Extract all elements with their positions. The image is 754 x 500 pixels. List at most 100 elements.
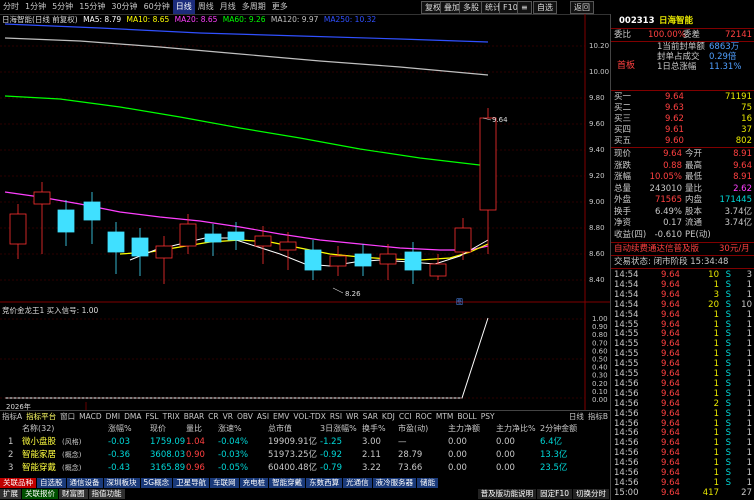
col-header[interactable]: 量比 — [186, 423, 202, 435]
bid-row[interactable]: 买三 9.62 16 — [611, 114, 754, 124]
candle-body[interactable] — [83, 201, 101, 221]
candle-body[interactable] — [429, 263, 447, 277]
indicator-tab[interactable]: EMV — [271, 411, 291, 423]
bottom-tab2[interactable]: 指值功能 — [88, 489, 125, 499]
indicator-tab[interactable]: 指标A — [0, 411, 24, 423]
indicator-tab[interactable]: CR — [206, 411, 220, 423]
bottom-tab2[interactable]: 财富圈 — [59, 489, 88, 499]
period-tab[interactable]: 分时 — [0, 0, 22, 14]
table-row[interactable]: 1 微小盘股 (风格) -0.03 1759.09 1.04 -0.04% 19909.91亿… — [0, 436, 610, 449]
indicator-tab[interactable]: WR — [344, 411, 361, 423]
bottom-tab[interactable]: 光通信 — [343, 478, 372, 488]
period-tab[interactable]: 月线 — [217, 0, 239, 14]
indicator-tab[interactable]: KDJ — [380, 411, 397, 423]
candle-body[interactable] — [254, 235, 272, 247]
candle-body[interactable] — [204, 233, 222, 243]
bid-row[interactable]: 买二 9.63 75 — [611, 103, 754, 113]
col-header[interactable]: 市盈(动) — [398, 423, 428, 435]
bottom-tab2[interactable]: 扩展 — [0, 489, 21, 499]
table-row[interactable]: 3 智能穿戴 (概念) -0.43 3165.89 0.96 -0.05% 60400.48亿… — [0, 462, 610, 475]
bid-row[interactable]: 买五 9.60 802 — [611, 136, 754, 146]
indicator-tab[interactable]: RSI — [328, 411, 344, 423]
indicator-tab[interactable]: BOLL — [455, 411, 478, 423]
indicator-tab[interactable]: 窗口 — [58, 411, 77, 423]
bottom-right-btn[interactable]: 普及版功能说明 — [477, 489, 537, 499]
indicator-tab[interactable]: 指标平台 — [24, 411, 58, 423]
period-tab[interactable]: 日线 — [172, 0, 195, 14]
candle-body[interactable] — [179, 223, 197, 247]
bid-row[interactable]: 买一 9.64 71191 — [611, 92, 754, 102]
candle-body[interactable] — [304, 249, 322, 271]
indicator-tab[interactable]: ROC — [414, 411, 434, 423]
indicator-tab[interactable]: CCI — [397, 411, 414, 423]
candle-body[interactable] — [227, 231, 245, 241]
bottom-tab2[interactable]: 关联报价 — [22, 489, 58, 499]
bottom-tab[interactable]: 5G概念 — [140, 478, 173, 488]
candle-body[interactable] — [354, 253, 372, 267]
period-tab[interactable]: 1分钟 — [22, 0, 49, 14]
bottom-right-btn[interactable]: 固定F10 — [537, 489, 572, 499]
candle-body[interactable] — [379, 253, 397, 265]
bottom-tab[interactable]: 卫星导航 — [173, 478, 210, 488]
candle-body[interactable] — [479, 117, 497, 211]
promo-row[interactable]: 自动续费通达信普及版 30元/月 — [611, 244, 754, 254]
period-tab[interactable]: 5分钟 — [49, 0, 76, 14]
indicator-tab[interactable]: MTM — [434, 411, 456, 423]
candle-body[interactable] — [279, 241, 297, 251]
indicator-tab[interactable]: VOL-TDX — [291, 411, 327, 423]
col-header[interactable]: 现价 — [150, 423, 166, 435]
bottom-tab[interactable]: 东数西算 — [306, 478, 343, 488]
candle-body[interactable] — [107, 231, 125, 253]
candle-body[interactable] — [454, 227, 472, 253]
col-header[interactable]: 3日涨幅% — [320, 423, 357, 435]
indicator-tab[interactable]: PSY — [479, 411, 497, 423]
kline-chart[interactable]: 9.64 8.26 10.20 10.00 9.80 9.60 9.40 9.20 9.00… — [0, 14, 610, 410]
candle-body[interactable] — [155, 245, 173, 259]
indicator-tab[interactable]: BRAR — [182, 411, 206, 423]
bottom-tab[interactable]: 液冷服务器 — [372, 478, 417, 488]
indicator-tab[interactable]: MACD — [77, 411, 103, 423]
candle-body[interactable] — [33, 191, 51, 205]
period-tab[interactable]: 周线 — [195, 0, 217, 14]
candle-body[interactable] — [404, 251, 422, 271]
col-header[interactable]: 2分钟金额 — [540, 423, 577, 435]
bottom-tab[interactable]: 储能 — [417, 478, 439, 488]
col-header[interactable]: 换手% — [362, 423, 386, 435]
bottom-tab[interactable]: 自选股 — [37, 478, 66, 488]
period-tab[interactable]: 更多 — [269, 0, 291, 14]
bottom-right-btn[interactable]: 切换分时 — [573, 489, 609, 499]
candle-body[interactable] — [9, 213, 27, 245]
toolbar-button[interactable]: 自选 — [533, 1, 557, 14]
period-tab[interactable]: 60分钟 — [141, 0, 173, 14]
bottom-tab[interactable]: 充电桩 — [239, 478, 269, 488]
bid-row[interactable]: 买四 9.61 37 — [611, 125, 754, 135]
col-header[interactable]: 主力净比% — [496, 423, 536, 435]
indicator-tab[interactable]: VR — [221, 411, 235, 423]
bottom-tab[interactable]: 关联品种 — [0, 478, 36, 488]
bottom-tab[interactable]: 车联网 — [210, 478, 239, 488]
period-tab[interactable]: 30分钟 — [108, 0, 140, 14]
table-row[interactable]: 2 智能家居 (概念) -0.36 3608.03 0.90 -0.03% 51973.25亿… — [0, 449, 610, 462]
indicator-tab[interactable]: DMI — [104, 411, 122, 423]
col-header[interactable]: 主力净额 — [448, 423, 480, 435]
indicator-tab[interactable]: SAR — [361, 411, 380, 423]
indicator-tab[interactable]: DMA — [122, 411, 143, 423]
indicator-tab[interactable]: ASI — [255, 411, 271, 423]
bottom-tab[interactable]: 智能穿戴 — [269, 478, 306, 488]
col-header[interactable]: 涨幅% — [108, 423, 132, 435]
toolbar-button[interactable]: ≡ — [517, 1, 532, 14]
col-header[interactable]: 涨速% — [218, 423, 242, 435]
indicator-tab[interactable]: 日线 — [567, 411, 586, 423]
period-tab[interactable]: 15分钟 — [76, 0, 108, 14]
bottom-tab[interactable]: 深圳板块 — [103, 478, 140, 488]
col-header[interactable]: 总市值 — [268, 423, 292, 435]
candle-body[interactable] — [131, 237, 149, 257]
candle-body[interactable] — [329, 255, 347, 267]
indicator-tab[interactable]: 指标B — [586, 411, 610, 423]
bottom-tab[interactable]: 通信设备 — [66, 478, 103, 488]
toolbar-button[interactable]: 返回 — [570, 1, 594, 14]
toolbar-button[interactable]: 多股 — [459, 1, 483, 14]
indicator-tab[interactable]: FSL — [143, 411, 160, 423]
indicator-tab[interactable]: TRIX — [161, 411, 182, 423]
period-tab[interactable]: 多周期 — [239, 0, 269, 14]
